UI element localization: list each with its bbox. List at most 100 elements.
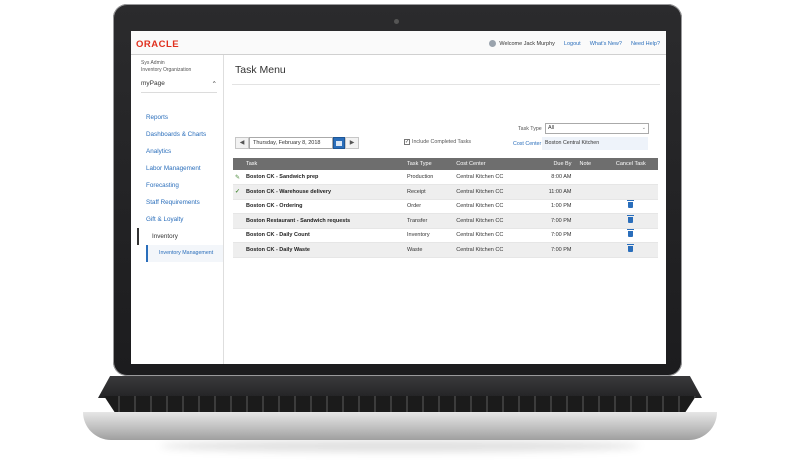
trash-icon[interactable] bbox=[627, 200, 635, 209]
cost-center: Central Kitchen CC bbox=[452, 199, 532, 214]
cancel-cell bbox=[603, 184, 658, 200]
calendar-icon[interactable] bbox=[333, 137, 345, 149]
main-content: Task Menu Task Type All ⌄ ◀ Thursday, Fe… bbox=[224, 55, 666, 364]
user-org: Inventory Organization bbox=[141, 67, 192, 73]
due-by: 11:00 AM bbox=[531, 184, 576, 200]
task-name: Boston Restaurant - Sandwich requests bbox=[242, 213, 404, 229]
welcome-label: Welcome Jack Murphy bbox=[499, 40, 555, 47]
laptop-shadow bbox=[160, 440, 640, 452]
sidebar-item-gift[interactable]: Gift & Loyalty bbox=[131, 211, 223, 228]
cancel-cell bbox=[603, 213, 658, 229]
due-by: 8:00 AM bbox=[531, 170, 576, 185]
mypage-label: myPage bbox=[141, 80, 165, 87]
column-header-task-type[interactable]: Task Type bbox=[403, 158, 453, 170]
cost-center-link[interactable]: Cost Center bbox=[513, 141, 541, 147]
note bbox=[575, 184, 604, 200]
task-type-value: All bbox=[548, 125, 555, 131]
cancel-cell bbox=[603, 228, 658, 243]
sidebar-item-inventory[interactable]: Inventory bbox=[137, 228, 223, 245]
laptop-base bbox=[98, 376, 702, 398]
task-type: Transfer bbox=[403, 213, 453, 229]
note bbox=[575, 170, 604, 185]
sidebar: Sys Admin Inventory Organization myPage … bbox=[131, 55, 224, 364]
sidebar-subitem-inventory-management[interactable]: Inventory Management bbox=[146, 245, 223, 262]
task-name: Boston CK - Warehouse delivery bbox=[242, 184, 404, 200]
sidebar-item-labor[interactable]: Labor Management bbox=[131, 160, 223, 177]
sidebar-item-analytics[interactable]: Analytics bbox=[131, 143, 223, 160]
status-cell: ✓ bbox=[233, 184, 242, 200]
column-header-cancel-task: Cancel Task bbox=[603, 158, 658, 170]
status-cell bbox=[233, 228, 242, 243]
whats-new-link[interactable]: What's New? bbox=[590, 41, 622, 47]
cost-center: Central Kitchen CC bbox=[452, 213, 532, 229]
sidebar-item-forecasting[interactable]: Forecasting bbox=[131, 177, 223, 194]
divider bbox=[232, 84, 660, 85]
date-input[interactable]: Thursday, February 8, 2018 bbox=[249, 137, 333, 149]
status-cell bbox=[233, 199, 242, 214]
cancel-cell bbox=[603, 199, 658, 214]
status-column-header bbox=[233, 158, 242, 170]
app-screen: ORACLE Welcome Jack Murphy Logout What's… bbox=[131, 31, 666, 364]
date-navigator: ◀ Thursday, February 8, 2018 ▶ bbox=[235, 137, 359, 149]
mypage-dropdown[interactable]: myPage ⌃ bbox=[141, 80, 217, 93]
table-row[interactable]: Boston Restaurant - Sandwich requests Tra… bbox=[233, 213, 658, 229]
status-cell bbox=[233, 213, 242, 229]
task-name: Boston CK - Ordering bbox=[242, 199, 404, 214]
cancel-cell bbox=[603, 242, 658, 258]
chevron-down-icon: ⌄ bbox=[641, 125, 646, 131]
next-day-button[interactable]: ▶ bbox=[345, 137, 359, 149]
column-header-due-by[interactable]: Due By bbox=[531, 158, 576, 170]
trash-icon[interactable] bbox=[627, 243, 635, 252]
need-help-link[interactable]: Need Help? bbox=[631, 41, 660, 47]
table-row[interactable]: ✓ Boston CK - Warehouse delivery Receipt Ce… bbox=[233, 184, 658, 200]
status-cell: ✎ bbox=[233, 170, 242, 185]
user-info: Sys Admin Inventory Organization bbox=[131, 55, 223, 74]
task-type: Order bbox=[403, 199, 453, 214]
column-header-task[interactable]: Task bbox=[242, 158, 404, 170]
table-header-row: Task Task Type Cost Center Due By Note C… bbox=[233, 158, 658, 170]
user-role: Sys Admin bbox=[141, 60, 165, 66]
laptop-front-edge bbox=[83, 412, 717, 440]
welcome-text: Welcome Jack Murphy bbox=[489, 40, 555, 47]
sidebar-item-reports[interactable]: Reports bbox=[131, 109, 223, 126]
oracle-logo: ORACLE bbox=[136, 39, 180, 50]
table-row[interactable]: ✎ Boston CK - Sandwich prep Production Cent… bbox=[233, 170, 658, 185]
due-by: 7:00 PM bbox=[531, 213, 576, 229]
include-completed-toggle[interactable]: ✓ Include Completed Tasks bbox=[404, 139, 471, 145]
table-row[interactable]: Boston CK - Daily Waste Waste Central Kitc… bbox=[233, 242, 658, 258]
pencil-icon: ✎ bbox=[235, 174, 241, 181]
column-header-cost-center[interactable]: Cost Center bbox=[452, 158, 532, 170]
task-type-label: Task Type bbox=[518, 126, 542, 132]
due-by: 7:00 PM bbox=[531, 242, 576, 258]
trash-icon[interactable] bbox=[627, 229, 635, 238]
previous-day-button[interactable]: ◀ bbox=[235, 137, 249, 149]
due-by: 7:00 PM bbox=[531, 228, 576, 243]
top-bar: ORACLE Welcome Jack Murphy Logout What's… bbox=[131, 31, 666, 55]
cost-center: Central Kitchen CC bbox=[452, 184, 532, 200]
include-completed-checkbox[interactable]: ✓ bbox=[404, 139, 410, 145]
task-name: Boston CK - Sandwich prep bbox=[242, 170, 404, 185]
cost-center: Central Kitchen CC bbox=[452, 242, 532, 258]
task-rows: ✎ Boston CK - Sandwich prep Production Cent… bbox=[233, 170, 658, 258]
task-name: Boston CK - Daily Waste bbox=[242, 242, 404, 258]
table-row[interactable]: Boston CK - Daily Count Inventory Central … bbox=[233, 228, 658, 243]
chevron-down-icon: ⌃ bbox=[211, 81, 217, 88]
check-icon: ✓ bbox=[235, 189, 241, 196]
sidebar-nav: Reports Dashboards & Charts Analytics La… bbox=[131, 109, 223, 262]
task-type: Inventory bbox=[403, 228, 453, 243]
camera-icon bbox=[394, 19, 399, 24]
task-type: Production bbox=[403, 170, 453, 185]
sidebar-item-staff[interactable]: Staff Requirements bbox=[131, 194, 223, 211]
task-type: Waste bbox=[403, 242, 453, 258]
include-completed-label: Include Completed Tasks bbox=[412, 139, 472, 145]
cost-center: Central Kitchen CC bbox=[452, 228, 532, 243]
logout-link[interactable]: Logout bbox=[564, 41, 581, 47]
user-icon bbox=[489, 40, 497, 47]
task-type-select[interactable]: All ⌄ bbox=[545, 123, 649, 134]
sidebar-item-dashboards[interactable]: Dashboards & Charts bbox=[131, 126, 223, 143]
top-bar-links: Welcome Jack Murphy Logout What's New? N… bbox=[489, 40, 660, 47]
trash-icon[interactable] bbox=[627, 214, 635, 223]
note bbox=[575, 242, 604, 258]
page-title: Task Menu bbox=[235, 64, 286, 76]
table-row[interactable]: Boston CK - Ordering Order Central Kitchen… bbox=[233, 199, 658, 214]
